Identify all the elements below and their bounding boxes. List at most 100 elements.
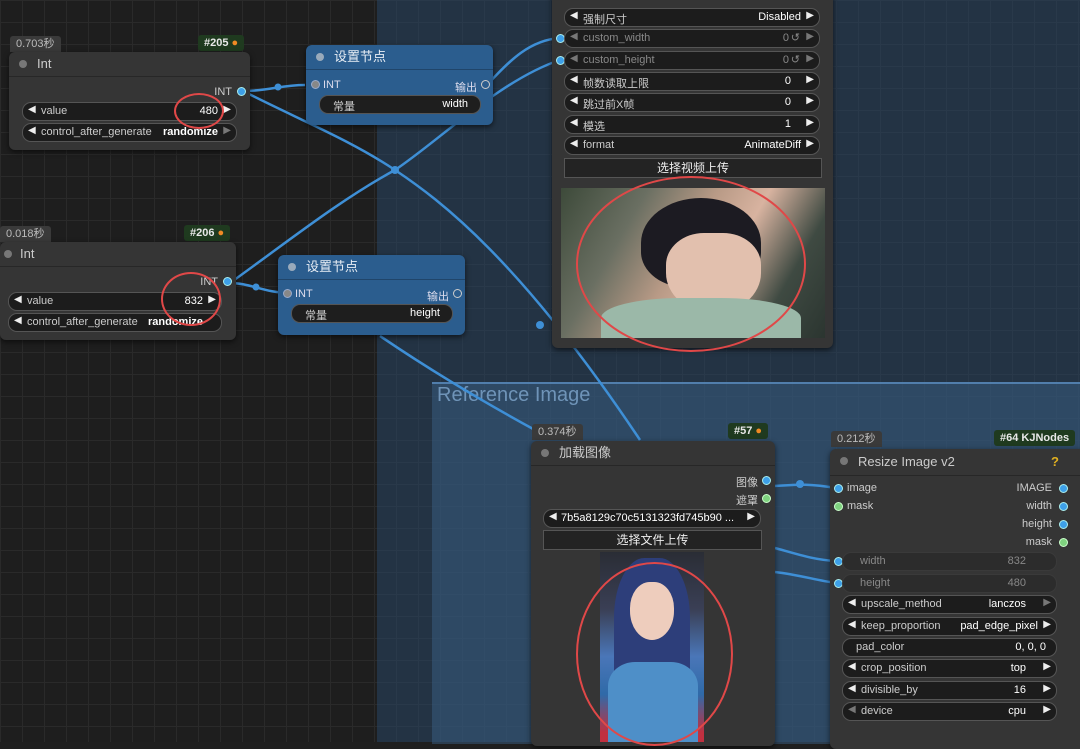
setnode2-title[interactable]: 设置节点 xyxy=(278,255,465,280)
collapse-dot-icon[interactable] xyxy=(840,457,848,465)
prev-icon[interactable]: ◀ xyxy=(14,315,22,326)
node206-out-dot[interactable] xyxy=(223,277,232,286)
setnode2-out-dot[interactable] xyxy=(453,289,462,298)
collapse-dot-icon[interactable] xyxy=(288,263,296,271)
control-value[interactable]: randomize xyxy=(148,316,203,328)
prev-icon[interactable]: ◀ xyxy=(549,511,557,522)
value-value[interactable]: 480 xyxy=(200,105,218,117)
height-value[interactable]: 480 xyxy=(1008,577,1026,589)
width-out-dot[interactable] xyxy=(1059,502,1068,511)
set-node-width[interactable]: 设置节点 INT 输出 常量 width xyxy=(306,45,493,125)
node57-title[interactable]: 加载图像 xyxy=(531,441,775,466)
constant-widget[interactable]: 常量 width xyxy=(319,95,481,114)
collapse-dot-icon[interactable] xyxy=(541,449,549,457)
force-size-value[interactable]: Disabled xyxy=(758,11,801,23)
prev-icon[interactable]: ◀ xyxy=(848,619,856,630)
custom-width-widget[interactable]: ◀ custom_width 0 ↺ ▶ xyxy=(564,29,820,48)
pad-color-widget[interactable]: pad_color 0, 0, 0 xyxy=(842,638,1057,657)
int-node-205[interactable]: Int INT ◀ value 480 ▶ ◀ control_after_ge… xyxy=(9,52,250,150)
upscale-method-widget[interactable]: ◀ upscale_method lanczos ▶ xyxy=(842,595,1057,614)
prev-icon[interactable]: ◀ xyxy=(570,117,578,128)
next-icon[interactable]: ▶ xyxy=(806,74,814,85)
mask-out-dot[interactable] xyxy=(762,494,771,503)
control-after-generate-widget[interactable]: ◀ control_after_generate randomize xyxy=(8,313,222,332)
increment-icon[interactable]: ▶ xyxy=(208,294,216,305)
prev-icon[interactable]: ◀ xyxy=(570,138,578,149)
set-node-height[interactable]: 设置节点 INT 输出 常量 height xyxy=(278,255,465,335)
format-widget[interactable]: ◀ format AnimateDiff ▶ xyxy=(564,136,820,155)
decrement-icon[interactable]: ◀ xyxy=(28,104,36,115)
prev-icon[interactable]: ◀ xyxy=(848,597,856,608)
image-out-dot[interactable] xyxy=(1059,484,1068,493)
frame-load-cap-value[interactable]: 0 xyxy=(785,75,791,87)
constant-widget[interactable]: 常量 height xyxy=(291,304,453,323)
increment-icon[interactable]: ▶ xyxy=(223,104,231,115)
image-out-dot[interactable] xyxy=(762,476,771,485)
collapse-dot-icon[interactable] xyxy=(316,53,324,61)
mask-out-dot[interactable] xyxy=(1059,538,1068,547)
image-in-dot[interactable] xyxy=(834,484,843,493)
prev-icon[interactable]: ◀ xyxy=(570,53,578,64)
collapse-dot-icon[interactable] xyxy=(19,60,27,68)
upload-video-button[interactable]: 选择视频上传 xyxy=(564,158,822,178)
prev-icon[interactable]: ◀ xyxy=(570,95,578,106)
image-file-widget[interactable]: ◀ 7b5a8129c70c5131323fd745b90 ... ▶ xyxy=(543,509,761,528)
prev-icon[interactable]: ◀ xyxy=(848,661,856,672)
help-icon[interactable]: ? xyxy=(1051,449,1059,475)
int-node-206[interactable]: Int INT ◀ value 832 ▶ ◀ control_after_ge… xyxy=(0,242,236,340)
prev-icon[interactable]: ◀ xyxy=(28,125,36,136)
mask-in-dot[interactable] xyxy=(834,502,843,511)
node64-title[interactable]: Resize Image v2? xyxy=(830,449,1080,476)
skip-first-frames-widget[interactable]: ◀ 跳过前X帧 0 ▶ xyxy=(564,93,820,112)
setnode2-in-dot[interactable] xyxy=(283,289,292,298)
collapse-dot-icon[interactable] xyxy=(4,250,12,258)
select-every-nth-widget[interactable]: ◀ 模选 1 ▶ xyxy=(564,115,820,134)
load-image-node[interactable]: 加载图像 图像 遮罩 ◀ 7b5a8129c70c5131323fd745b90 … xyxy=(531,441,775,746)
keep-proportion-value[interactable]: pad_edge_pixel xyxy=(960,620,1038,632)
next-icon[interactable]: ▶ xyxy=(806,10,814,21)
custom-height-value[interactable]: 0 xyxy=(783,54,789,66)
setnode1-out-dot[interactable] xyxy=(481,80,490,89)
format-value[interactable]: AnimateDiff xyxy=(744,139,801,151)
resize-image-node[interactable]: Resize Image v2? image mask IMAGE width … xyxy=(830,449,1080,749)
next-icon[interactable]: ▶ xyxy=(223,125,231,136)
next-icon[interactable]: ▶ xyxy=(806,117,814,128)
prev-icon[interactable]: ◀ xyxy=(570,74,578,85)
setnode1-in-dot[interactable] xyxy=(311,80,320,89)
width-value[interactable]: 832 xyxy=(1008,555,1026,567)
divisible-by-widget[interactable]: ◀ divisible_by 16 ▶ xyxy=(842,681,1057,700)
next-icon[interactable]: ▶ xyxy=(806,31,814,42)
control-value[interactable]: randomize xyxy=(163,126,218,138)
upscale-method-value[interactable]: lanczos xyxy=(989,598,1026,610)
custom-width-value[interactable]: 0 xyxy=(783,32,789,44)
keep-proportion-widget[interactable]: ◀ keep_proportion pad_edge_pixel ▶ xyxy=(842,617,1057,636)
crop-position-value[interactable]: top xyxy=(1011,662,1026,674)
value-widget[interactable]: ◀ value 832 ▶ xyxy=(8,292,222,311)
pad-color-value[interactable]: 0, 0, 0 xyxy=(1015,641,1046,653)
select-every-nth-value[interactable]: 1 xyxy=(785,118,791,130)
next-icon[interactable]: ▶ xyxy=(1043,597,1051,608)
width-widget[interactable]: width 832 xyxy=(842,552,1057,571)
control-after-generate-widget[interactable]: ◀ control_after_generate randomize ▶ xyxy=(22,123,237,142)
next-icon[interactable]: ▶ xyxy=(806,95,814,106)
next-icon[interactable]: ▶ xyxy=(806,138,814,149)
next-icon[interactable]: ▶ xyxy=(1043,661,1051,672)
skip-first-frames-value[interactable]: 0 xyxy=(785,96,791,108)
next-icon[interactable]: ▶ xyxy=(1043,704,1051,715)
force-size-widget[interactable]: ◀ 强制尺寸 Disabled ▶ xyxy=(564,8,820,27)
custom-height-widget[interactable]: ◀ custom_height 0 ↺ ▶ xyxy=(564,51,820,70)
setnode1-title[interactable]: 设置节点 xyxy=(306,45,493,70)
prev-icon[interactable]: ◀ xyxy=(570,31,578,42)
node205-title[interactable]: Int xyxy=(9,52,250,77)
constant-value[interactable]: width xyxy=(442,98,468,110)
height-out-dot[interactable] xyxy=(1059,520,1068,529)
divisible-by-value[interactable]: 16 xyxy=(1014,684,1026,696)
load-video-node[interactable]: ◀ 强制尺寸 Disabled ▶ ◀ custom_width 0 ↺ ▶ ◀ custom_… xyxy=(552,0,833,348)
upload-file-button[interactable]: 选择文件上传 xyxy=(543,530,762,550)
increment-icon[interactable]: ▶ xyxy=(1043,683,1051,694)
device-widget[interactable]: ◀ device cpu ▶ xyxy=(842,702,1057,721)
decrement-icon[interactable]: ◀ xyxy=(14,294,22,305)
image-file-value[interactable]: 7b5a8129c70c5131323fd745b90 ... xyxy=(561,512,734,524)
height-widget[interactable]: height 480 xyxy=(842,574,1057,593)
crop-position-widget[interactable]: ◀ crop_position top ▶ xyxy=(842,659,1057,678)
